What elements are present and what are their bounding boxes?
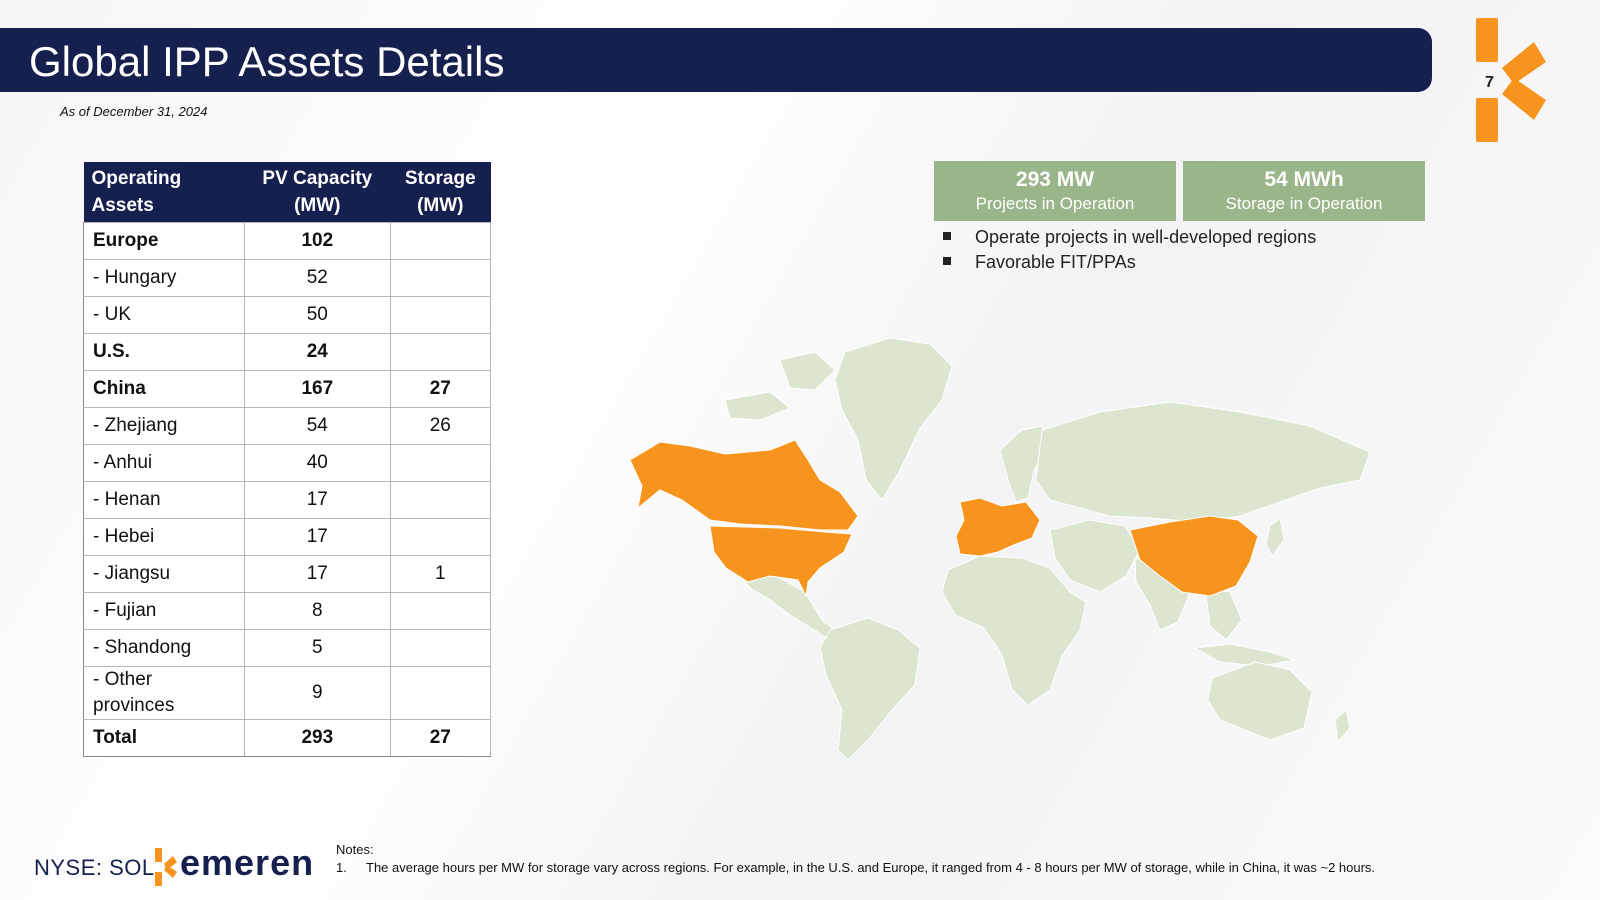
kpi-value: 54 MWh — [1264, 168, 1344, 191]
middle-east-shape — [1049, 519, 1141, 593]
table-row: - Hebei 17 — [83, 518, 492, 556]
footnote: 1. The average hours per MW for storage v… — [336, 860, 1376, 875]
table-row: - Hungary 52 — [83, 259, 492, 297]
row-label: - Anhui — [83, 444, 245, 482]
russia-shape — [1035, 401, 1371, 523]
list-item: Operate projects in well-developed regio… — [943, 225, 1316, 250]
row-label: China — [83, 370, 245, 408]
indonesia-shape — [1193, 643, 1296, 667]
as-of-date: As of December 31, 2024 — [60, 104, 208, 119]
europe-shape — [955, 497, 1041, 557]
storage-cell — [389, 666, 492, 720]
australia-shape — [1207, 661, 1313, 741]
pv-capacity-cell: 17 — [244, 555, 391, 593]
storage-cell: 27 — [389, 370, 492, 408]
storage-cell — [389, 222, 492, 260]
pv-capacity-cell: 24 — [244, 333, 391, 371]
arctic-islands-shape — [724, 351, 836, 421]
page-title: Global IPP Assets Details — [29, 38, 505, 85]
row-label: Total — [83, 719, 245, 757]
africa-shape — [941, 555, 1087, 706]
table-row: - Shandong 5 — [83, 629, 492, 667]
pv-capacity-cell: 102 — [244, 222, 391, 260]
kpi-label: Projects in Operation — [975, 194, 1135, 213]
header-pv-capacity: PV Capacity (MW) — [244, 162, 391, 223]
row-label: - Hebei — [83, 518, 245, 556]
storage-cell — [389, 333, 492, 371]
storage-cell: 27 — [389, 719, 492, 757]
storage-cell: 1 — [389, 555, 492, 593]
table-row: Europe 102 — [83, 222, 492, 260]
row-label: - Fujian — [83, 592, 245, 630]
kpi-storage-in-operation: 54 MWh Storage in Operation — [1183, 161, 1425, 221]
greenland-shape — [834, 337, 953, 501]
row-label: - UK — [83, 296, 245, 334]
emeren-brand-icon — [155, 848, 177, 886]
row-label: Europe — [83, 222, 245, 260]
new-zealand-shape — [1334, 709, 1351, 744]
page-number: 7 — [1485, 74, 1494, 91]
notes-heading: Notes: — [336, 842, 374, 857]
brand-name: emeren — [180, 842, 315, 883]
table-row: - Fujian 8 — [83, 592, 492, 630]
footer-ticker: NYSE: SOL — [34, 855, 155, 880]
bullet-square-icon — [943, 257, 951, 266]
row-label: - Hungary — [83, 259, 245, 297]
canada-shape — [630, 439, 859, 531]
pv-capacity-cell: 17 — [244, 518, 391, 556]
header-operating-assets: Operating Assets — [83, 162, 245, 223]
pv-capacity-cell: 293 — [244, 719, 391, 757]
pv-capacity-cell: 52 — [244, 259, 391, 297]
header-storage: Storage (MW) — [390, 162, 491, 223]
highlights-list: Operate projects in well-developed regio… — [943, 225, 1316, 275]
table-row: Total 293 27 — [83, 719, 492, 757]
pv-capacity-cell: 50 — [244, 296, 391, 334]
pv-capacity-cell: 54 — [244, 407, 391, 445]
storage-cell — [389, 259, 492, 297]
assets-table: Operating Assets PV Capacity (MW) Storage(… — [83, 162, 492, 757]
table-row: U.S. 24 — [83, 333, 492, 371]
table-header-row: Operating Assets PV Capacity (MW) Storage(… — [83, 162, 491, 223]
table-row: - Zhejiang 54 26 — [83, 407, 492, 445]
list-item: Favorable FIT/PPAs — [943, 250, 1316, 275]
table-row: - UK 50 — [83, 296, 492, 334]
pv-capacity-cell: 40 — [244, 444, 391, 482]
storage-cell: 26 — [389, 407, 492, 445]
storage-cell — [389, 518, 492, 556]
kpi-label: Storage in Operation — [1225, 194, 1383, 213]
table-row: - Anhui 40 — [83, 444, 492, 482]
world-map — [630, 337, 1371, 761]
pv-capacity-cell: 8 — [244, 592, 391, 630]
pv-capacity-cell: 17 — [244, 481, 391, 519]
storage-cell — [389, 629, 492, 667]
japan-shape — [1265, 517, 1285, 557]
table-row: - Jiangsu 17 1 — [83, 555, 492, 593]
storage-cell — [389, 592, 492, 630]
pv-capacity-cell: 167 — [244, 370, 391, 408]
kpi-value: 293 MW — [1015, 168, 1095, 191]
storage-cell — [389, 444, 492, 482]
row-label: - Other provinces — [83, 666, 245, 720]
bullet-square-icon — [943, 232, 951, 241]
row-label: - Zhejiang — [83, 407, 245, 445]
table-row: - Other provinces 9 — [83, 666, 492, 720]
row-label: U.S. — [83, 333, 245, 371]
row-label: - Jiangsu — [83, 555, 245, 593]
table-row: - Henan 17 — [83, 481, 492, 519]
pv-capacity-cell: 5 — [244, 629, 391, 667]
storage-cell — [389, 296, 492, 334]
storage-cell — [389, 481, 492, 519]
table-row: China 167 27 — [83, 370, 492, 408]
row-label: - Shandong — [83, 629, 245, 667]
row-label: - Henan — [83, 481, 245, 519]
pv-capacity-cell: 9 — [244, 666, 391, 720]
kpi-projects-in-operation: 293 MW Projects in Operation — [934, 161, 1176, 221]
south-america-shape — [819, 617, 921, 761]
